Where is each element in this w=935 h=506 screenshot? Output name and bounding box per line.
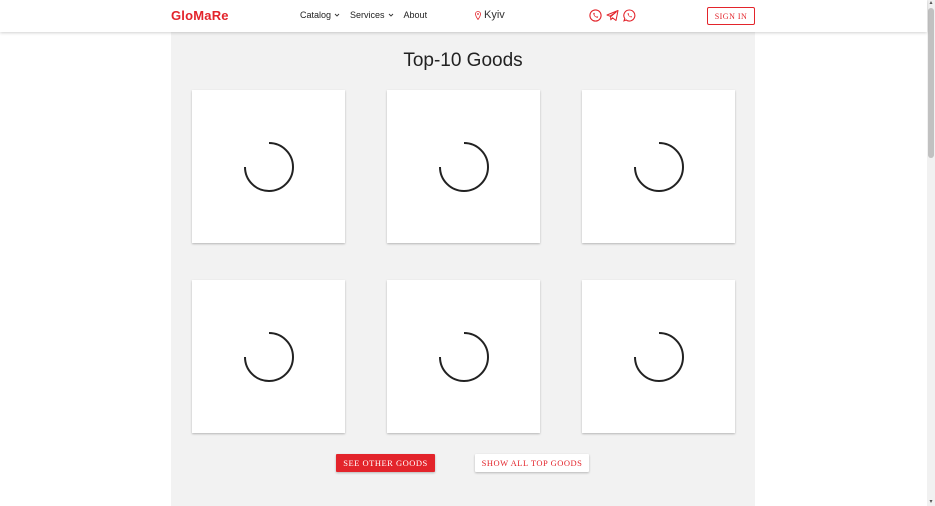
page-scrollbar[interactable]: ▴ ▾ xyxy=(927,0,935,506)
viber-icon[interactable] xyxy=(589,9,602,22)
location-label: Kyiv xyxy=(484,9,505,21)
show-all-top-goods-button[interactable]: SHOW ALL TOP GOODS xyxy=(475,454,589,472)
site-logo[interactable]: GloMaRe xyxy=(171,8,229,23)
product-card[interactable] xyxy=(387,280,540,433)
location-selector[interactable]: Kyiv xyxy=(475,9,505,21)
scroll-up-icon[interactable]: ▴ xyxy=(928,0,934,6)
nav-services-label: Services xyxy=(350,10,385,20)
product-card[interactable] xyxy=(192,90,345,243)
main-nav: Catalog Services About xyxy=(300,10,427,20)
site-header: GloMaRe Catalog Services About Kyiv SIGN… xyxy=(0,0,927,32)
sign-in-button[interactable]: SIGN IN xyxy=(707,7,755,25)
nav-services[interactable]: Services xyxy=(350,10,394,20)
top-goods-section: Top-10 Goods SEE OTHER GOODS SHOW ALL TO… xyxy=(171,32,755,506)
loading-spinner-icon xyxy=(244,142,294,192)
nav-about[interactable]: About xyxy=(404,10,428,20)
telegram-icon[interactable] xyxy=(606,9,619,22)
social-links xyxy=(589,9,636,22)
chevron-down-icon xyxy=(388,13,393,17)
map-pin-icon xyxy=(475,10,481,20)
chevron-down-icon xyxy=(334,13,340,17)
loading-spinner-icon xyxy=(439,332,489,382)
whatsapp-icon[interactable] xyxy=(623,9,636,22)
see-other-goods-button[interactable]: SEE OTHER GOODS xyxy=(336,454,435,472)
product-card[interactable] xyxy=(192,280,345,433)
product-card[interactable] xyxy=(582,90,735,243)
loading-spinner-icon xyxy=(244,332,294,382)
nav-catalog-label: Catalog xyxy=(300,10,332,20)
scrollbar-thumb[interactable] xyxy=(928,8,934,158)
product-card[interactable] xyxy=(582,280,735,433)
loading-spinner-icon xyxy=(634,332,684,382)
nav-about-label: About xyxy=(403,10,428,20)
loading-spinner-icon xyxy=(634,142,684,192)
scroll-down-icon[interactable]: ▾ xyxy=(928,499,934,505)
nav-catalog[interactable]: Catalog xyxy=(300,10,340,20)
section-title: Top-10 Goods xyxy=(403,50,523,71)
loading-spinner-icon xyxy=(439,142,489,192)
product-card[interactable] xyxy=(387,90,540,243)
